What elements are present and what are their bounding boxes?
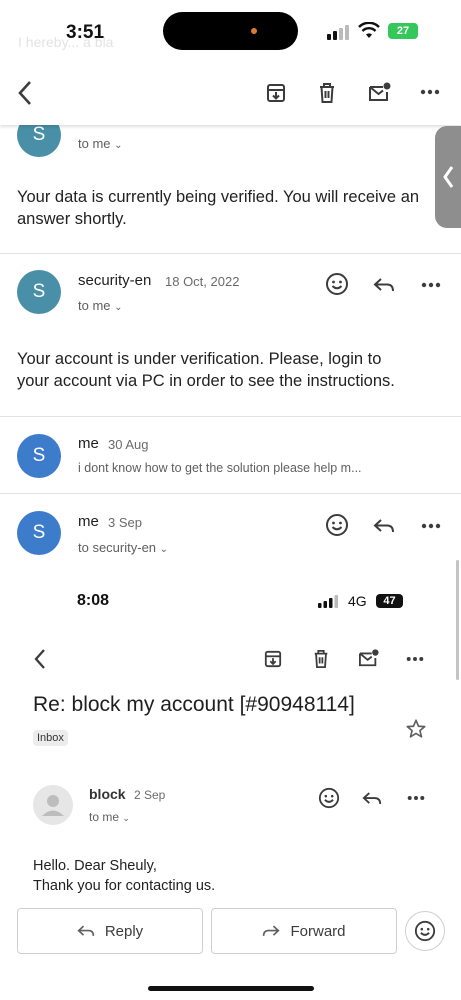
- embedded-battery: 47: [376, 594, 403, 608]
- scrollbar[interactable]: [456, 560, 459, 680]
- home-indicator[interactable]: [148, 986, 314, 991]
- recording-indicator: [251, 28, 257, 34]
- emoji-react-button[interactable]: [323, 270, 351, 298]
- message-snippet[interactable]: i dont know how to get the solution plea…: [78, 461, 362, 475]
- message-date: 30 Aug: [108, 437, 149, 452]
- chevron-left-icon: [443, 166, 454, 188]
- mark-unread-button[interactable]: [365, 78, 395, 106]
- sender-name: security-en: [78, 272, 152, 289]
- embedded-body-line: Hello. Dear Sheuly,: [33, 858, 157, 874]
- embedded-more-icon: [406, 657, 424, 661]
- archive-button[interactable]: [262, 79, 290, 107]
- signal-icon: [327, 25, 349, 40]
- delete-button[interactable]: [313, 79, 341, 107]
- back-button[interactable]: [10, 78, 40, 108]
- sender-name: me: [78, 513, 99, 530]
- recipient-line[interactable]: to me ⌄: [78, 136, 123, 151]
- chevron-down-icon: ⌄: [122, 813, 130, 823]
- embedded-trash-icon: [314, 650, 328, 668]
- forward-label: Forward: [290, 922, 346, 940]
- react-emoji-button[interactable]: [405, 911, 445, 951]
- message-body-line: your account via PC in order to see the …: [17, 372, 395, 390]
- more-icon: [420, 89, 440, 95]
- mark-unread-icon: [369, 82, 391, 101]
- embedded-date: 2 Sep: [134, 788, 166, 802]
- recipient-line[interactable]: to me ⌄: [78, 298, 123, 313]
- embedded-signal-icon: [318, 595, 338, 608]
- top-bar: I hereby... a bla 3:51 27: [0, 0, 461, 125]
- back-arrow-icon: [18, 81, 31, 105]
- chevron-down-icon: ⌄: [159, 544, 169, 555]
- reply-label: Reply: [104, 922, 144, 940]
- embedded-star-icon: [406, 719, 426, 738]
- embedded-sender: block: [89, 786, 126, 802]
- sender-name: me: [78, 435, 99, 452]
- battery-level: 27: [396, 25, 410, 37]
- avatar: S: [17, 434, 61, 478]
- reply-action-button[interactable]: Reply: [17, 908, 203, 954]
- reply-icon: [373, 278, 394, 292]
- avatar: S: [17, 270, 61, 314]
- reply-icon: [77, 925, 94, 936]
- embedded-subject: Re: block my account [#90948114]: [33, 693, 355, 716]
- side-panel-handle[interactable]: [435, 126, 461, 228]
- message-body-line: Your account is under verification. Plea…: [17, 350, 382, 368]
- wifi-icon: [358, 22, 380, 38]
- archive-icon: [267, 84, 285, 102]
- message-date: 3 Sep: [108, 515, 142, 530]
- more-icon: [421, 282, 441, 288]
- embedded-reply-icon: [362, 792, 382, 804]
- trash-icon: [320, 83, 334, 103]
- avatar: S: [17, 511, 61, 555]
- emoji-icon: [326, 514, 348, 536]
- reply-button[interactable]: [370, 513, 398, 539]
- message-more-button[interactable]: [417, 515, 445, 537]
- more-icon: [421, 523, 441, 529]
- embedded-battery-level: 47: [383, 595, 396, 607]
- recipient-line[interactable]: to security-en ⌄: [78, 540, 168, 555]
- embedded-archive-icon: [264, 650, 282, 668]
- embedded-back-arrow-icon: [34, 649, 45, 669]
- reply-icon: [373, 519, 394, 533]
- divider: [0, 416, 461, 417]
- embedded-screenshot: 8:08 4G 47 Re: block my account [#909481…: [0, 575, 461, 900]
- embedded-network: 4G: [348, 593, 367, 609]
- message-date: 18 Oct, 2022: [165, 274, 240, 289]
- person-icon: [42, 795, 64, 816]
- reply-button[interactable]: [370, 272, 398, 298]
- forward-icon: [263, 925, 281, 936]
- emoji-icon: [326, 273, 348, 295]
- divider: [0, 253, 461, 254]
- message-more-button[interactable]: [417, 274, 445, 296]
- message-body: Your data is currently being verified. Y…: [17, 188, 420, 228]
- embedded-more-icon: [407, 796, 425, 800]
- embedded-inbox-label: Inbox: [33, 730, 68, 746]
- battery-indicator: 27: [388, 23, 418, 39]
- chevron-down-icon: ⌄: [114, 140, 123, 151]
- embedded-status-time: 8:08: [77, 592, 110, 609]
- embedded-recipient: to me ⌄: [89, 810, 130, 824]
- divider: [0, 493, 461, 494]
- chevron-down-icon: ⌄: [114, 302, 123, 313]
- status-time: 3:51: [66, 22, 105, 43]
- more-button[interactable]: [415, 78, 445, 106]
- embedded-body-line: Thank you for contacting us.: [33, 878, 216, 894]
- embedded-avatar: [33, 785, 73, 825]
- forward-action-button[interactable]: Forward: [211, 908, 397, 954]
- embedded-mark-unread-icon: [359, 649, 379, 667]
- dynamic-island: [163, 12, 298, 50]
- embedded-emoji-icon: [318, 787, 340, 809]
- emoji-icon: [414, 920, 436, 942]
- emoji-react-button[interactable]: [323, 511, 351, 539]
